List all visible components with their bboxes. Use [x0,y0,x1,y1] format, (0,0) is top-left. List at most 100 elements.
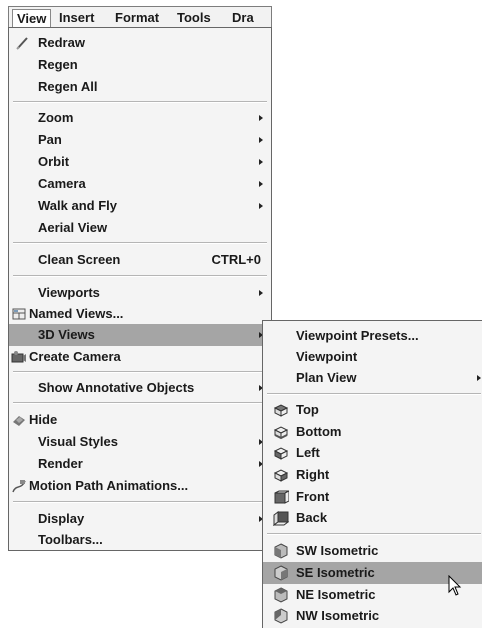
separator [13,275,267,277]
menu-item-render[interactable]: Render [9,453,271,475]
submenu-arrow-icon [259,115,263,121]
viewpoint-label: Viewpoint [296,349,358,364]
front-label: Front [296,489,330,504]
menu-item-toolbars[interactable]: Toolbars... [9,529,271,551]
view-menu: Redraw Regen Regen All Zoom Pan Orbit Ca… [8,27,272,551]
hide-label: Hide [29,412,58,427]
top-view-icon [273,404,289,417]
regen-label: Regen [38,57,78,72]
orbit-label: Orbit [38,154,70,169]
bottom-label: Bottom [296,424,342,439]
nw-isometric-icon [274,608,288,624]
separator [267,393,481,395]
back-label: Back [296,510,328,525]
menu-item-regen-all[interactable]: Regen All [9,76,271,98]
menu-item-front[interactable]: Front [263,486,482,508]
menu-item-right[interactable]: Right [263,464,482,486]
camera-icon [11,351,26,363]
submenu-arrow-icon [477,375,481,381]
visual-styles-label: Visual Styles [38,434,118,449]
menu-item-walk-and-fly[interactable]: Walk and Fly [9,195,271,217]
aerial-view-label: Aerial View [38,220,108,235]
menu-item-orbit[interactable]: Orbit [9,151,271,173]
right-view-icon [273,469,289,482]
separator [13,242,267,244]
redraw-label: Redraw [38,35,85,50]
menu-item-camera[interactable]: Camera [9,173,271,195]
back-view-icon [273,511,289,526]
viewports-label: Viewports [38,285,100,300]
clean-screen-label: Clean Screen [38,252,121,267]
plan-view-label: Plan View [296,370,357,385]
separator [13,402,267,404]
submenu-arrow-icon [259,203,263,209]
left-label: Left [296,445,320,460]
menu-item-motion-path[interactable]: Motion Path Animations... [9,475,271,497]
menu-item-sw-isometric[interactable]: SW Isometric [263,540,482,562]
motion-path-label: Motion Path Animations... [29,478,189,493]
separator [13,371,267,373]
menu-format[interactable]: Format [111,9,163,27]
front-view-icon [274,490,289,504]
submenu-arrow-icon [259,290,263,296]
mouse-pointer-icon [448,575,462,596]
menu-item-create-camera[interactable]: Create Camera [9,346,271,368]
se-isometric-icon [274,565,288,581]
separator [13,501,267,503]
ne-isometric-icon [274,587,288,603]
menu-item-nw-isometric[interactable]: NW Isometric [263,605,482,627]
create-camera-label: Create Camera [29,349,121,364]
menu-item-display[interactable]: Display [9,508,271,530]
walk-and-fly-label: Walk and Fly [38,198,117,213]
zoom-label: Zoom [38,110,74,125]
separator [13,101,267,103]
redraw-icon [16,37,28,50]
menu-item-regen[interactable]: Regen [9,54,271,76]
menu-item-top[interactable]: Top [263,399,482,421]
menu-item-clean-screen[interactable]: Clean Screen CTRL+0 [9,249,271,271]
regen-all-label: Regen All [38,79,98,94]
motion-path-icon [12,480,26,493]
sw-isometric-label: SW Isometric [296,543,379,558]
render-label: Render [38,456,83,471]
menu-item-pan[interactable]: Pan [9,129,271,151]
clean-screen-shortcut: CTRL+0 [211,252,261,267]
menu-item-viewpoint-presets[interactable]: Viewpoint Presets... [263,325,482,347]
menu-item-redraw[interactable]: Redraw [9,32,271,54]
menu-item-show-annotative[interactable]: Show Annotative Objects [9,377,271,399]
menu-item-3d-views[interactable]: 3D Views [9,324,271,346]
menu-item-viewports[interactable]: Viewports [9,282,271,304]
named-views-icon [12,308,26,320]
se-isometric-label: SE Isometric [296,565,375,580]
menu-item-back[interactable]: Back [263,507,482,529]
menu-item-bottom[interactable]: Bottom [263,421,482,443]
menu-item-named-views[interactable]: Named Views... [9,303,271,325]
viewpoint-presets-label: Viewpoint Presets... [296,328,419,343]
hide-icon [13,416,25,426]
menu-item-aerial-view[interactable]: Aerial View [9,217,271,239]
right-label: Right [296,467,330,482]
menu-draw[interactable]: Dra [228,9,258,27]
menu-item-plan-view[interactable]: Plan View [263,367,482,389]
left-view-icon [273,447,289,460]
pan-label: Pan [38,132,62,147]
nw-isometric-label: NW Isometric [296,608,380,623]
submenu-arrow-icon [259,137,263,143]
show-annotative-label: Show Annotative Objects [38,380,195,395]
display-label: Display [38,511,85,526]
submenu-arrow-icon [259,159,263,165]
menu-insert[interactable]: Insert [55,9,98,27]
ne-isometric-label: NE Isometric [296,587,376,602]
menu-tools[interactable]: Tools [173,9,215,27]
menu-item-hide[interactable]: Hide [9,409,271,431]
submenu-arrow-icon [259,181,263,187]
menu-bar: View Insert Format Tools Dra [8,6,272,30]
menu-item-visual-styles[interactable]: Visual Styles [9,431,271,453]
menu-item-left[interactable]: Left [263,442,482,464]
menu-item-zoom[interactable]: Zoom [9,107,271,129]
separator [267,533,481,535]
3d-views-label: 3D Views [38,327,95,342]
sw-isometric-icon [274,543,288,559]
menu-item-viewpoint[interactable]: Viewpoint [263,346,482,368]
top-label: Top [296,402,319,417]
